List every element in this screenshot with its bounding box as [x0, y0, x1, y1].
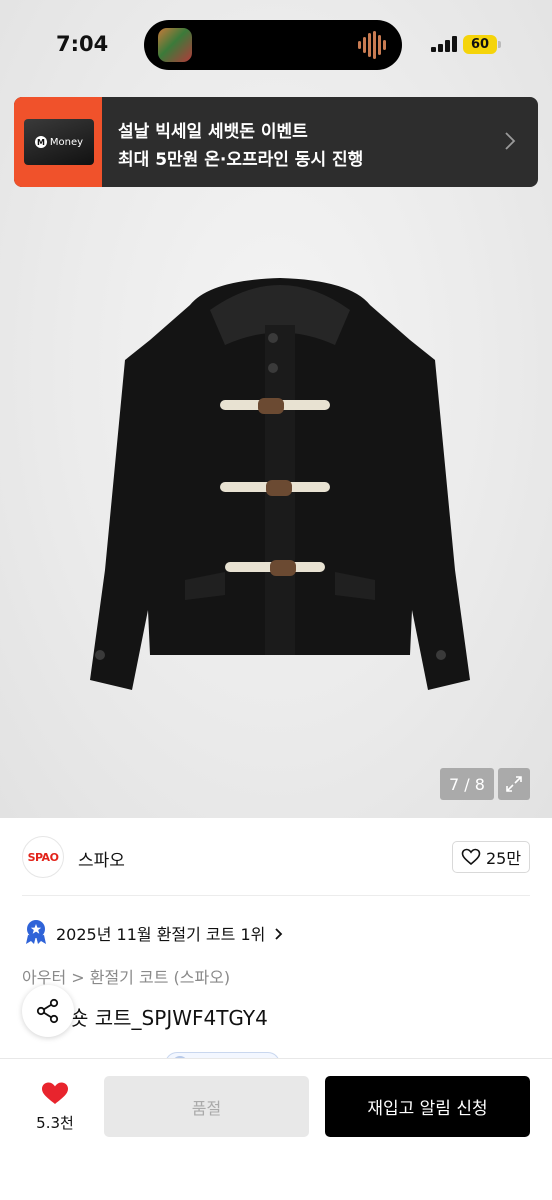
- signal-icon: [431, 36, 457, 52]
- restock-alert-button[interactable]: 재입고 알림 신청: [325, 1076, 530, 1137]
- product-title: 숏 코트_SPJWF4TGY4: [70, 1006, 268, 1030]
- heart-outline-icon: [461, 848, 481, 866]
- brand-logo[interactable]: SPAO: [22, 836, 64, 878]
- category-breadcrumb[interactable]: 아우터 > 환절기 코트 (스파오): [22, 964, 230, 988]
- now-playing-artwork: [158, 28, 192, 62]
- dynamic-island: [144, 20, 402, 70]
- brand-like-button[interactable]: 25만: [452, 841, 530, 873]
- share-icon: [36, 998, 59, 1024]
- ad-banner[interactable]: M Money 설날 빅세일 세뱃돈 이벤트 최대 5만원 온·오프라인 동시 …: [14, 97, 538, 187]
- share-button[interactable]: [22, 985, 74, 1037]
- rank-badge-icon: [26, 920, 46, 944]
- wishlist-button[interactable]: 5.3천: [28, 1078, 82, 1134]
- wishlist-count: 5.3천: [36, 1114, 74, 1132]
- ranking-text: 2025년 11월 환절기 코트 1위: [56, 925, 266, 944]
- chevron-right-icon: [505, 132, 516, 150]
- section-divider: [22, 895, 530, 896]
- money-logo-icon: M: [34, 136, 47, 148]
- money-card-label: Money: [49, 136, 84, 148]
- status-time: 7:04: [56, 32, 109, 56]
- coat-image: [90, 278, 470, 690]
- ad-subline: 최대 5만원 온·오프라인 동시 진행: [118, 150, 364, 170]
- ad-headline: 설날 빅세일 세뱃돈 이벤트: [118, 122, 308, 142]
- battery-cap: [498, 41, 501, 48]
- ranking-link[interactable]: 2025년 11월 환절기 코트 1위: [56, 921, 284, 945]
- brand-name[interactable]: 스파오: [78, 846, 125, 871]
- heart-filled-icon: [42, 1082, 68, 1104]
- ad-thumbnail: M Money: [14, 97, 102, 187]
- expand-icon: [506, 776, 522, 792]
- expand-button[interactable]: [498, 768, 530, 800]
- chevron-right-icon: [275, 928, 283, 940]
- brand-like-count: 25만: [485, 849, 522, 868]
- image-counter: 7 / 8: [440, 768, 494, 800]
- audio-wave-icon: [358, 31, 386, 59]
- soldout-button: 품절: [104, 1076, 309, 1137]
- battery-indicator: 60: [463, 35, 497, 54]
- money-card: M Money: [24, 119, 94, 165]
